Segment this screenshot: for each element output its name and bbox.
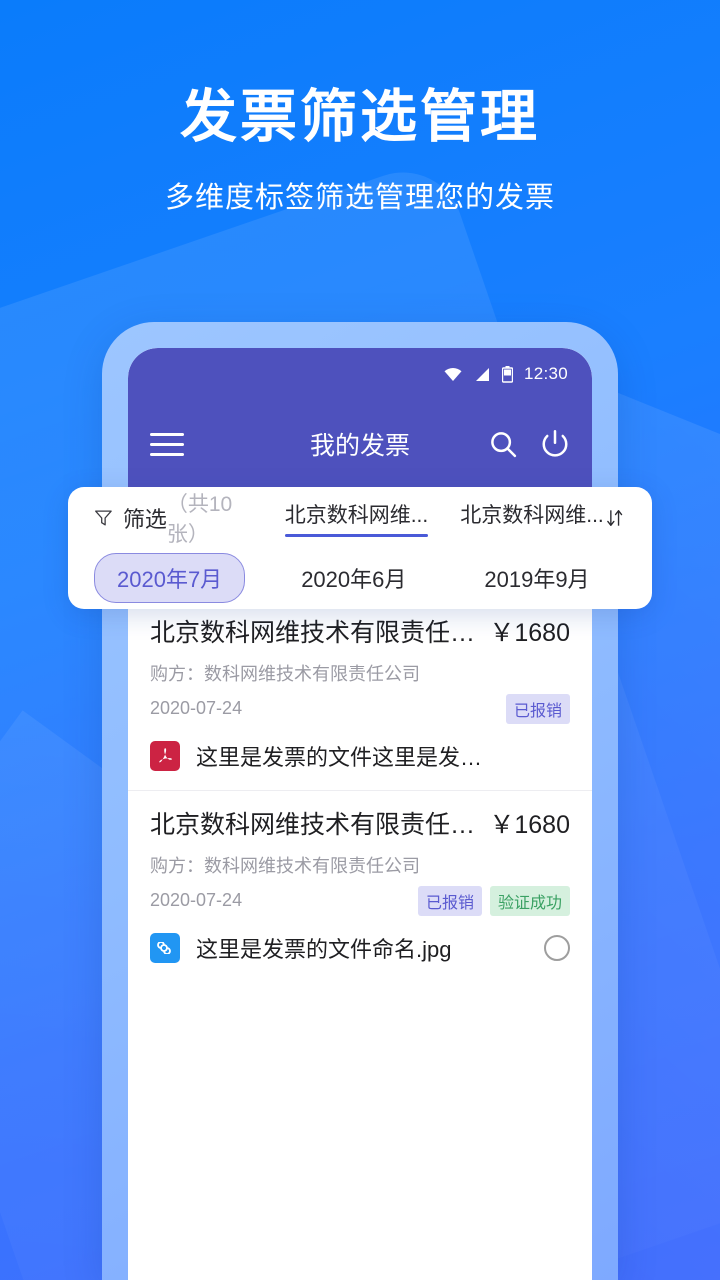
invoice-file-name: 这里是发票的文件命名.jpg [196,936,452,962]
app-bar: 12:30 我的发票 [128,348,592,492]
status-badge: 已报销 [417,885,482,916]
pdf-file-icon [150,740,180,771]
invoice-select[interactable] [544,934,570,961]
unchecked-circle-icon[interactable] [544,934,570,961]
status-badge: 验证成功 [489,885,570,916]
filter-panel-top: 筛选 （共10张） 北京数科网维... 北京数科网维... [94,487,626,549]
sort-updown-icon[interactable] [604,505,626,531]
invoice-row-head: 北京数科网维技术有限责任公司 ￥1680 [150,791,570,843]
invoice-badges: 已报销 [505,693,570,724]
wifi-icon [444,368,462,381]
filter-tab-2[interactable]: 北京数科网维... [460,499,604,537]
invoice-buyer: 购方：数科网维技术有限责任公司 [150,663,420,684]
invoice-file-line[interactable]: 这里是发票的文件命名.jpg [150,916,570,982]
filter-count: （共10张） [166,493,233,546]
page-subtitle: 多维度标签筛选管理您的发票 [164,181,555,214]
phone-mockup: 12:30 我的发票 北京数科网维技术有限责任公 ... ￥1680 购方：数科… [102,322,618,1280]
status-badge: 已报销 [505,693,570,724]
ofd-file-icon [150,932,180,963]
signal-icon [475,367,489,381]
hero-section: 发票筛选管理 多维度标签筛选管理您的发票 [0,0,720,216]
invoice-amount: ￥1680 [489,810,570,839]
invoice-seller: 北京数科网维技术有限责任公 ... [150,619,490,647]
invoice-date: 2020-07-24 [150,698,243,719]
invoice-badges: 已报销 验证成功 [417,885,570,916]
search-icon[interactable] [488,429,518,459]
filter-chip-1[interactable]: 2020年7月 [94,553,246,603]
status-bar: 12:30 [128,348,592,400]
invoice-date: 2020-07-24 [150,890,243,910]
battery-icon [501,365,513,383]
power-icon[interactable] [540,429,570,459]
filter-tab-1[interactable]: 北京数科网维... [284,499,428,537]
status-bar-clock: 12:30 [523,364,568,383]
invoice-meta: 2020-07-24 已报销 验证成功 [150,885,570,916]
invoice-meta: 2020-07-24 已报销 [150,693,570,724]
table-row[interactable]: 北京数科网维技术有限责任公司 ￥1680 购方：数科网维技术有限责任公司 202… [128,791,592,982]
invoice-seller: 北京数科网维技术有限责任公司 [150,810,490,839]
filter-funnel-icon[interactable] [94,507,113,529]
invoice-file-line[interactable]: 这里是发票的文件这里是发票的文件这 ... [150,724,570,790]
invoice-buyer: 购方：数科网维技术有限责任公司 [150,855,420,876]
filter-panel: 筛选 （共10张） 北京数科网维... 北京数科网维... 2020年7月 20… [68,487,652,609]
filter-chips: 2020年7月 2020年6月 2019年9月 [94,549,626,607]
filter-chip-3[interactable]: 2019年9月 [462,554,611,602]
invoice-amount: ￥1680 [489,619,570,647]
nav-bar-actions [488,429,570,459]
filter-chip-2[interactable]: 2020年6月 [279,554,428,602]
filter-tabs: 北京数科网维... 北京数科网维... [284,499,604,537]
table-row[interactable]: 北京数科网维技术有限责任公 ... ￥1680 购方：数科网维技术有限责任公司 … [128,599,592,791]
hamburger-menu-icon[interactable] [150,432,184,456]
page-title: 发票筛选管理 [180,85,540,149]
filter-label: 筛选 [122,507,167,532]
invoice-file-name: 这里是发票的文件这里是发票的文件这 ... [196,744,496,770]
nav-bar: 我的发票 [128,400,592,488]
